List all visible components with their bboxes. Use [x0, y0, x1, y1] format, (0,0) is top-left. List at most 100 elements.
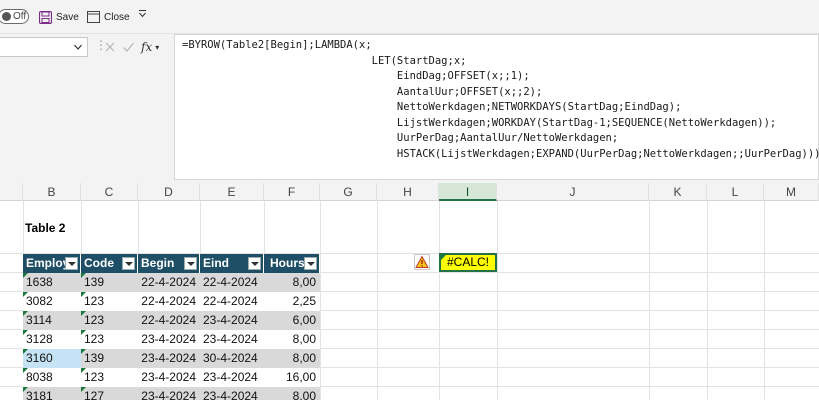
cell-hours[interactable]: 8,00	[264, 330, 320, 349]
column-header-m[interactable]: M	[764, 183, 819, 201]
save-button[interactable]: Save	[39, 9, 79, 25]
worksheet-grid[interactable]: Table 2 Employ Code Begin Eind Hours 163…	[0, 201, 819, 400]
header-employee[interactable]: Employ	[23, 254, 81, 273]
autosave-toggle[interactable]: Off	[0, 9, 29, 24]
cell-value: 23-4-2024	[141, 370, 196, 384]
save-icon	[39, 10, 52, 24]
number-as-text-indicator-icon	[23, 368, 28, 373]
cell-value: 23-4-2024	[203, 389, 258, 400]
column-header-d[interactable]: D	[138, 183, 200, 201]
cell-hours[interactable]: 8,00	[264, 273, 320, 292]
active-cell-calc-error[interactable]: #CALC!	[439, 253, 497, 272]
customize-toolbar-icon[interactable]	[138, 9, 148, 23]
cell-eind[interactable]: 23-4-2024	[200, 387, 264, 400]
cell-code[interactable]: 123	[81, 292, 138, 311]
column-header-e[interactable]: E	[200, 183, 264, 201]
cell-value: 8,00	[292, 351, 316, 365]
column-header-l[interactable]: L	[707, 183, 764, 201]
column-header-g[interactable]: G	[320, 183, 377, 201]
cell-code[interactable]: 139	[81, 349, 138, 368]
expand-formula-icon[interactable]: ▾	[155, 43, 159, 52]
cell-begin[interactable]: 23-4-2024	[138, 330, 200, 349]
table-row[interactable]: 1638 139 22-4-2024 22-4-2024 8,00	[23, 273, 320, 292]
table-row[interactable]: 3114 123 22-4-2024 23-4-2024 6,00	[23, 311, 320, 330]
formula-line: =BYROW(Table2[Begin];LAMBDA(x;	[182, 39, 372, 51]
filter-dropdown-icon[interactable]	[248, 257, 261, 270]
cell-code[interactable]: 123	[81, 311, 138, 330]
cell-begin[interactable]: 23-4-2024	[138, 349, 200, 368]
number-as-text-indicator-icon	[81, 330, 86, 335]
cell-hours[interactable]: 6,00	[264, 311, 320, 330]
header-begin[interactable]: Begin	[138, 254, 200, 273]
table-row[interactable]: 3082 123 22-4-2024 22-4-2024 2,25	[23, 292, 320, 311]
cell-begin[interactable]: 23-4-2024	[138, 387, 200, 400]
cell-begin[interactable]: 22-4-2024	[138, 292, 200, 311]
quick-access-toolbar: Off Save Close	[0, 0, 819, 34]
table-row[interactable]: 3160 139 23-4-2024 30-4-2024 8,00	[23, 349, 320, 368]
cell-employee[interactable]: 3114	[23, 311, 81, 330]
column-header-j[interactable]: J	[497, 183, 649, 201]
cell-begin[interactable]: 22-4-2024	[138, 273, 200, 292]
filter-dropdown-icon[interactable]	[184, 257, 197, 270]
cell-eind[interactable]: 22-4-2024	[200, 273, 264, 292]
cell-value: 22-4-2024	[141, 294, 196, 308]
column-header-h[interactable]: H	[377, 183, 439, 201]
cell-eind[interactable]: 22-4-2024	[200, 292, 264, 311]
cancel-icon[interactable]	[104, 41, 116, 53]
cell-hours[interactable]: 2,25	[264, 292, 320, 311]
cell-eind[interactable]: 23-4-2024	[200, 311, 264, 330]
cell-hours[interactable]: 16,00	[264, 368, 320, 387]
column-headers: B C D E F G H I J K L M	[0, 183, 819, 201]
column-header-c[interactable]: C	[81, 183, 138, 201]
enter-icon[interactable]	[122, 41, 135, 53]
table-row[interactable]: 3181 127 23-4-2024 23-4-2024 8,00	[23, 387, 320, 400]
cell-hours[interactable]: 8,00	[264, 387, 320, 400]
cell-hours[interactable]: 8,00	[264, 349, 320, 368]
cell-eind[interactable]: 30-4-2024	[200, 349, 264, 368]
error-warning-icon[interactable]	[414, 254, 430, 270]
table-row[interactable]: 8038 123 23-4-2024 23-4-2024 16,00	[23, 368, 320, 387]
cell-value: 3160	[26, 351, 53, 365]
cell-employee[interactable]: 3082	[23, 292, 81, 311]
row-header-corner[interactable]	[0, 183, 23, 201]
insert-function-icon[interactable]: fx	[141, 40, 152, 54]
cell-value: 139	[84, 351, 105, 365]
header-eind[interactable]: Eind	[200, 254, 264, 273]
formula-line: AantalUur;OFFSET(x;;2);	[182, 85, 543, 98]
column-header-f[interactable]: F	[264, 183, 320, 201]
cell-employee[interactable]: 8038	[23, 368, 81, 387]
close-button[interactable]: Close	[87, 9, 130, 25]
cell-employee[interactable]: 1638	[23, 273, 81, 292]
column-header-i[interactable]: I	[439, 183, 497, 201]
filter-dropdown-icon[interactable]	[304, 257, 317, 270]
number-as-text-indicator-icon	[81, 292, 86, 297]
cell-code[interactable]: 123	[81, 368, 138, 387]
column-header-b[interactable]: B	[23, 183, 81, 201]
column-header-k[interactable]: K	[649, 183, 707, 201]
formula-input[interactable]: =BYROW(Table2[Begin];LAMBDA(x; LET(Start…	[174, 34, 819, 180]
cell-value: 123	[84, 332, 105, 346]
name-box[interactable]	[0, 37, 88, 57]
chevron-down-icon[interactable]	[73, 42, 83, 52]
filter-dropdown-icon[interactable]	[122, 257, 135, 270]
cell-employee[interactable]: 3181	[23, 387, 81, 400]
header-hours[interactable]: Hours	[264, 254, 320, 273]
cell-eind[interactable]: 23-4-2024	[200, 368, 264, 387]
table-header-row: Employ Code Begin Eind Hours	[23, 254, 320, 273]
cell-code[interactable]: 123	[81, 330, 138, 349]
cell-value: 22-4-2024	[203, 275, 258, 289]
cell-employee[interactable]: 3128	[23, 330, 81, 349]
cell-value: 3128	[26, 332, 53, 346]
filter-dropdown-icon[interactable]	[65, 257, 78, 270]
cell-code[interactable]: 127	[81, 387, 138, 400]
header-code[interactable]: Code	[81, 254, 138, 273]
cell-value: 123	[84, 313, 105, 327]
table-row[interactable]: 3128 123 23-4-2024 23-4-2024 8,00	[23, 330, 320, 349]
cell-begin[interactable]: 22-4-2024	[138, 311, 200, 330]
formula-line: LijstWerkdagen;WORKDAY(StartDag-1;SEQUEN…	[182, 116, 777, 129]
cell-code[interactable]: 139	[81, 273, 138, 292]
cell-eind[interactable]: 23-4-2024	[200, 330, 264, 349]
cell-employee[interactable]: 3160	[23, 349, 81, 368]
cell-begin[interactable]: 23-4-2024	[138, 368, 200, 387]
cell-value: 30-4-2024	[203, 351, 258, 365]
